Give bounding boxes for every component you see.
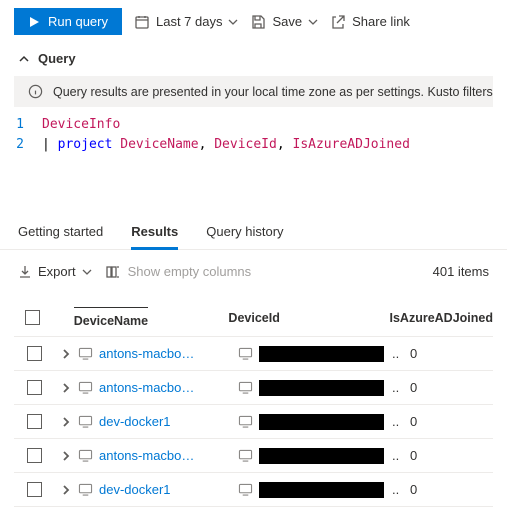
code-token: DeviceId (214, 137, 277, 152)
device-name-link[interactable]: antons-macbo… (99, 380, 194, 395)
device-id-redacted (259, 448, 384, 464)
query-label: Query (38, 51, 76, 66)
device-id-redacted (259, 482, 384, 498)
tab-getting-started[interactable]: Getting started (18, 214, 103, 249)
download-icon (18, 265, 32, 279)
chevron-down-icon (228, 17, 238, 27)
save-button[interactable]: Save (250, 14, 318, 30)
save-icon (250, 14, 266, 30)
device-icon (78, 347, 93, 360)
run-label: Run query (48, 14, 108, 29)
info-icon (28, 84, 43, 99)
share-icon (330, 14, 346, 30)
device-name-link[interactable]: antons-macbo… (99, 448, 194, 463)
device-id-redacted (259, 414, 384, 430)
azuread-value: 0 (402, 448, 493, 463)
line-number: 1 (14, 115, 42, 135)
azuread-value: 0 (402, 380, 493, 395)
info-text: Query results are presented in your loca… (53, 85, 493, 99)
device-id-redacted (259, 346, 384, 362)
table-row: antons-macbo…..0 (14, 439, 493, 473)
tab-results[interactable]: Results (131, 214, 178, 250)
device-icon (238, 347, 253, 360)
table-row: antons-macbo…..0 (14, 337, 493, 371)
info-banner: Query results are presented in your loca… (14, 76, 493, 107)
share-label: Share link (352, 14, 410, 29)
query-editor[interactable]: 1 DeviceInfo 2 | project DeviceName, Dev… (0, 107, 507, 214)
export-label: Export (38, 264, 76, 279)
expand-row-icon[interactable] (61, 417, 71, 427)
table-row: dev-docker1..0 (14, 405, 493, 439)
code-token: DeviceName (120, 137, 198, 152)
col-header-isazureadjoined[interactable]: IsAzureADJoined (382, 311, 494, 325)
show-empty-columns-button[interactable]: Show empty columns (106, 264, 252, 279)
device-name-link[interactable]: dev-docker1 (99, 482, 171, 497)
save-label: Save (272, 14, 302, 29)
chevron-down-icon (82, 267, 92, 277)
line-number: 2 (14, 135, 42, 155)
columns-icon (106, 265, 120, 279)
azuread-value: 0 (402, 346, 493, 361)
chevron-down-icon (308, 17, 318, 27)
expand-row-icon[interactable] (61, 383, 71, 393)
code-token: IsAzureADJoined (293, 137, 410, 152)
time-range-picker[interactable]: Last 7 days (134, 14, 239, 30)
code-token: DeviceInfo (42, 115, 120, 135)
code-token: | (42, 137, 50, 152)
azuread-value: 0 (402, 414, 493, 429)
device-icon (238, 381, 253, 394)
device-id-redacted (259, 380, 384, 396)
row-checkbox[interactable] (27, 380, 42, 395)
device-icon (78, 449, 93, 462)
export-button[interactable]: Export (18, 264, 92, 279)
expand-row-icon[interactable] (61, 451, 71, 461)
expand-row-icon[interactable] (61, 485, 71, 495)
run-query-button[interactable]: Run query (14, 8, 122, 35)
play-icon (28, 16, 40, 28)
device-icon (78, 483, 93, 496)
show-empty-label: Show empty columns (128, 264, 252, 279)
chevron-up-icon (18, 53, 30, 65)
device-icon (78, 381, 93, 394)
device-name-link[interactable]: dev-docker1 (99, 414, 171, 429)
device-icon (238, 415, 253, 428)
col-header-deviceid[interactable]: DeviceId (228, 311, 381, 325)
table-row: dev-docker1..0 (14, 473, 493, 507)
query-section-toggle[interactable]: Query (0, 43, 507, 76)
device-name-link[interactable]: antons-macbo… (99, 346, 194, 361)
azuread-value: 0 (402, 482, 493, 497)
device-icon (238, 449, 253, 462)
item-count: 401 items (433, 264, 489, 279)
device-icon (238, 483, 253, 496)
row-checkbox[interactable] (27, 414, 42, 429)
calendar-icon (134, 14, 150, 30)
col-header-devicename[interactable]: DeviceName (74, 307, 149, 328)
row-checkbox[interactable] (27, 346, 42, 361)
row-checkbox[interactable] (27, 448, 42, 463)
table-row: antons-macbo…..0 (14, 371, 493, 405)
row-checkbox[interactable] (27, 482, 42, 497)
expand-row-icon[interactable] (61, 349, 71, 359)
tab-query-history[interactable]: Query history (206, 214, 283, 249)
select-all-checkbox[interactable] (25, 310, 40, 325)
time-label: Last 7 days (156, 14, 223, 29)
share-link-button[interactable]: Share link (330, 14, 410, 30)
device-icon (78, 415, 93, 428)
code-token: project (58, 137, 113, 152)
